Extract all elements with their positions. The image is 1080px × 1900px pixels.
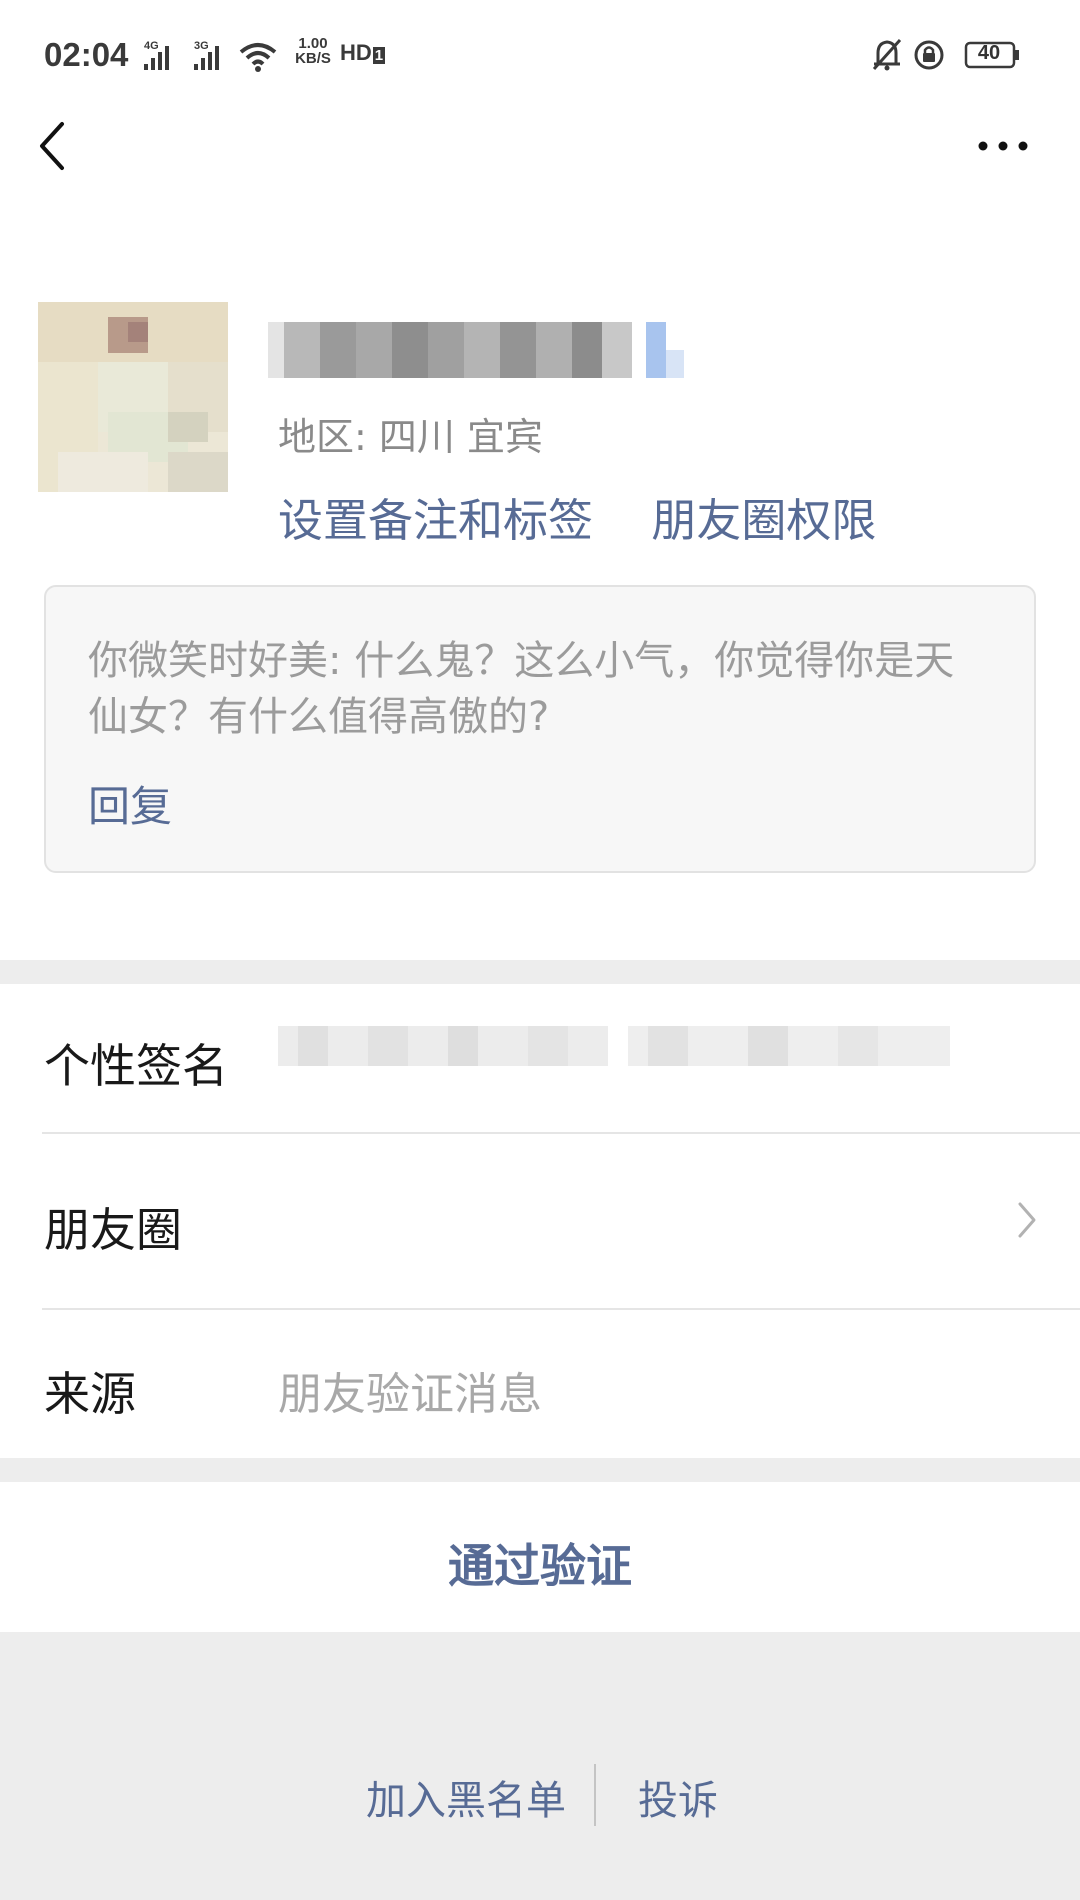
battery-level: 40 — [977, 42, 1001, 64]
rotation-lock-icon — [914, 40, 944, 70]
moments-permission-link[interactable]: 朋友圈权限 — [651, 494, 876, 547]
wifi-icon — [239, 43, 277, 72]
source-row: 来源 朋友验证消息 — [0, 1310, 1080, 1458]
network-2-label: 3G — [194, 40, 209, 52]
moments-row[interactable]: 朋友圈 — [0, 1134, 1080, 1308]
set-remark-link[interactable]: 设置备注和标签 — [278, 494, 593, 547]
moments-label: 朋友圈 — [44, 1203, 182, 1257]
verification-message-text: 你微笑时好美: 什么鬼？这么小气，你觉得你是天仙女？有什么值得高傲的? — [88, 638, 955, 740]
report-link[interactable]: 投诉 — [638, 1768, 718, 1826]
source-label: 来源 — [44, 1367, 136, 1421]
back-arrow-icon[interactable] — [30, 118, 80, 174]
network-1-label: 4G — [144, 40, 159, 52]
signature-blurred — [278, 1026, 950, 1066]
status-right-icons: 40 — [870, 38, 1030, 72]
signal-icon: 4G 3G — [144, 40, 277, 72]
status-bar: 02:04 4G 3G 1.00 KB/S HD 1 40 — [0, 0, 1080, 110]
region-text: 地区: 四川 宜宾 — [278, 415, 543, 459]
profile-links: 设置备注和标签 朋友圈权限 — [278, 484, 920, 549]
more-dots-icon[interactable] — [975, 128, 1031, 164]
status-time: 02:04 — [44, 36, 129, 73]
approve-button[interactable]: 通过验证 — [0, 1482, 1080, 1632]
reply-link[interactable]: 回复 — [88, 773, 172, 834]
blacklist-link[interactable]: 加入黑名单 — [366, 1768, 566, 1826]
hd-badge: HD 1 — [340, 40, 386, 65]
approve-label: 通过验证 — [448, 1539, 632, 1593]
mute-bell-icon — [872, 38, 902, 71]
chevron-right-icon — [1018, 1202, 1036, 1238]
nickname-blurred — [268, 322, 684, 378]
avatar[interactable] — [38, 302, 228, 492]
divider — [594, 1764, 596, 1826]
bottom-actions: 加入黑名单 投诉 — [0, 1750, 1080, 1830]
signature-row: 个性签名 — [0, 984, 1080, 1132]
network-speed: 1.00 KB/S — [295, 35, 331, 67]
signature-label: 个性签名 — [44, 1039, 228, 1093]
source-value: 朋友验证消息 — [278, 1369, 542, 1420]
info-list: 个性签名 朋友圈 来源 朋友验证消息 — [0, 984, 1080, 1458]
verification-message-box: 你微笑时好美: 什么鬼？这么小气，你觉得你是天仙女？有什么值得高傲的? 回复 — [44, 585, 1036, 873]
